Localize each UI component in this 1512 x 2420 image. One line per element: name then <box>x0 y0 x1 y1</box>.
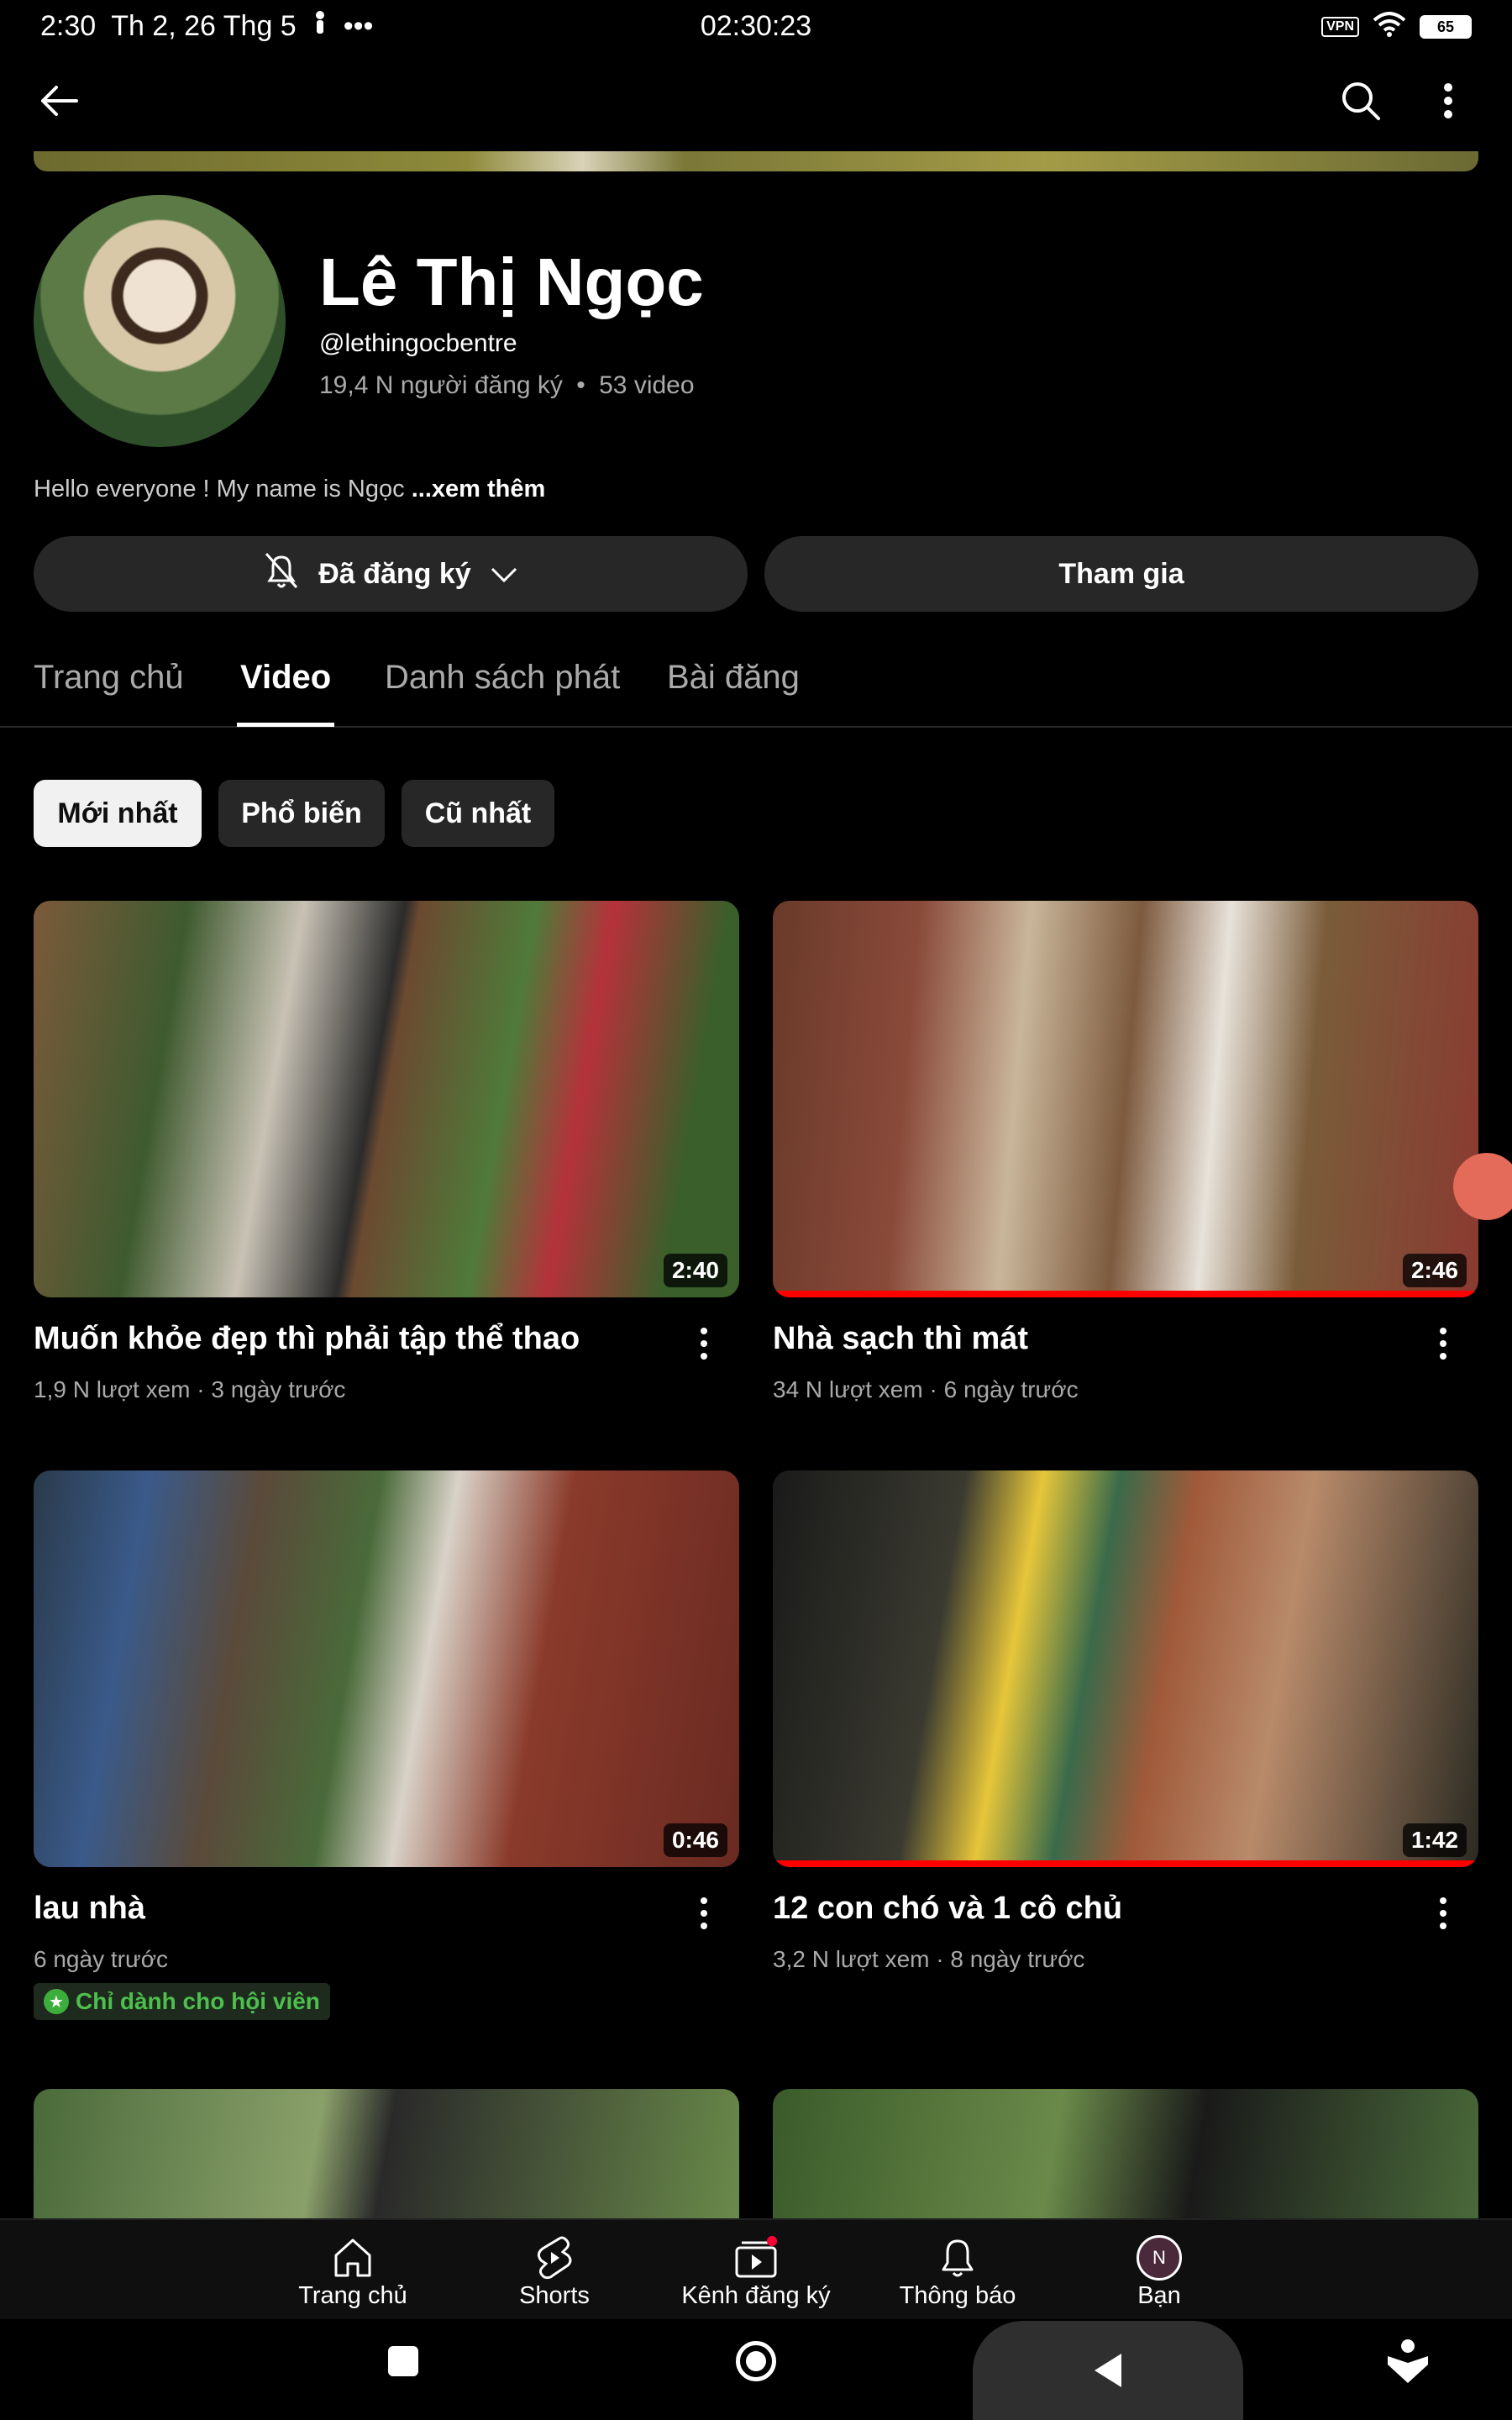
back-button[interactable] <box>973 2321 1243 2420</box>
nav-home[interactable]: Trang chủ <box>260 2233 445 2310</box>
bell-icon <box>865 2233 1050 2282</box>
video-duration: 2:46 <box>1402 1254 1467 1287</box>
nav-shorts[interactable]: Shorts <box>462 2233 647 2310</box>
nav-shorts-label: Shorts <box>519 2282 590 2309</box>
top-app-bar <box>0 52 1512 151</box>
see-more-link[interactable]: ...xem thêm <box>412 476 546 502</box>
video-thumbnail[interactable]: 0:46 <box>34 1470 739 1867</box>
channel-tabs: Trang chủ Video Danh sách phát Bài đăng <box>0 647 1512 728</box>
shorts-icon <box>462 2233 647 2282</box>
system-navigation-bar <box>0 2319 1512 2420</box>
nav-home-label: Trang chủ <box>298 2282 407 2309</box>
home-circle-icon[interactable] <box>736 2341 776 2381</box>
tab-videos[interactable]: Video <box>240 659 331 697</box>
status-bar: 2:30 Th 2, 26 Thg 5 ••• 02:30:23 VPN 65 <box>0 0 1512 52</box>
watch-progress-bar <box>773 1291 1478 1297</box>
video-duration: 2:40 <box>663 1254 727 1287</box>
subscriptions-icon <box>664 2233 848 2282</box>
video-more-icon[interactable] <box>1426 1323 1460 1365</box>
video-thumbnail[interactable]: 2:46 <box>773 901 1478 1297</box>
nav-notifications-label: Thông báo <box>899 2282 1016 2309</box>
video-title[interactable]: Nhà sạch thì mát <box>773 1321 1411 1357</box>
wifi-icon <box>1373 12 1406 41</box>
status-center-time: 02:30:23 <box>700 10 812 42</box>
home-circle-dot <box>746 2351 766 2371</box>
vpn-icon: VPN <box>1321 16 1359 37</box>
channel-avatar[interactable] <box>34 195 286 447</box>
video-thumbnail[interactable] <box>34 2089 739 2218</box>
video-meta: 34 N lượt xem · 6 ngày trước <box>773 1376 1079 1402</box>
video-thumbnail[interactable] <box>773 2089 1478 2218</box>
subscribed-button[interactable]: Đã đăng ký <box>34 536 748 612</box>
floating-camera-button[interactable] <box>1453 1153 1512 1220</box>
back-triangle-icon <box>1095 2354 1121 2387</box>
recents-square-icon[interactable] <box>388 2346 418 2376</box>
video-meta: 3,2 N lượt xem · 8 ngày trước <box>773 1946 1085 1972</box>
video-title[interactable]: 12 con chó và 1 cô chủ <box>773 1891 1411 1927</box>
video-duration: 1:42 <box>1402 1823 1467 1857</box>
bottom-navigation: Trang chủ Shorts Kênh đăng ký Thông báo … <box>0 2218 1512 2319</box>
tab-posts[interactable]: Bài đăng <box>667 659 800 697</box>
video-title[interactable]: Muốn khỏe đẹp thì phải tập thể thao <box>34 1321 672 1357</box>
join-button[interactable]: Tham gia <box>764 536 1478 612</box>
bell-off-icon <box>263 550 300 598</box>
video-thumbnail[interactable]: 2:40 <box>34 901 739 1297</box>
more-vert-icon[interactable] <box>1415 67 1482 134</box>
channel-banner <box>34 151 1478 171</box>
nav-you-label: Bạn <box>1137 2282 1181 2309</box>
subscriber-count: 19,4 N người đăng ký <box>319 371 563 399</box>
video-count: 53 video <box>599 371 695 399</box>
members-only-label: Chỉ dành cho hội viên <box>76 1988 320 2014</box>
nav-notifications[interactable]: Thông báo <box>865 2233 1050 2310</box>
members-only-badge: ★ Chỉ dành cho hội viên <box>34 1983 330 2020</box>
video-title[interactable]: lau nhà <box>34 1891 672 1927</box>
watch-progress-bar <box>773 1860 1478 1867</box>
video-more-icon[interactable] <box>1426 1892 1460 1934</box>
search-icon[interactable] <box>1327 67 1394 134</box>
channel-handle: @lethingocbentre <box>319 329 517 357</box>
home-icon <box>260 2233 445 2282</box>
channel-name: Lê Thị Ngọc <box>319 245 704 319</box>
chip-oldest[interactable]: Cũ nhất <box>402 780 554 847</box>
tab-home[interactable]: Trang chủ <box>34 659 184 697</box>
nav-you[interactable]: N Bạn <box>1067 2233 1252 2310</box>
video-meta: 6 ngày trước <box>34 1946 169 1972</box>
description-text: Hello everyone ! My name is Ngọc <box>34 476 405 502</box>
nav-subscriptions[interactable]: Kênh đăng ký <box>664 2233 848 2310</box>
channel-stats: 19,4 N người đăng ký • 53 video <box>319 371 695 400</box>
video-duration: 0:46 <box>663 1823 727 1857</box>
video-more-icon[interactable] <box>687 1892 721 1934</box>
subscribed-label: Đã đăng ký <box>318 557 471 590</box>
video-thumbnail[interactable]: 1:42 <box>773 1470 1478 1867</box>
avatar: N <box>1067 2233 1252 2282</box>
join-label: Tham gia <box>1058 557 1184 590</box>
back-arrow-icon[interactable] <box>25 67 92 134</box>
stats-separator: • <box>576 371 585 399</box>
status-right: VPN 65 <box>1321 12 1472 41</box>
channel-description[interactable]: Hello everyone ! My name is Ngọc ...xem … <box>34 476 545 503</box>
video-more-icon[interactable] <box>687 1323 721 1365</box>
tab-playlists[interactable]: Danh sách phát <box>385 659 620 697</box>
accessibility-icon[interactable] <box>1386 2338 1430 2389</box>
star-icon: ★ <box>44 1989 69 2014</box>
video-meta: 1,9 N lượt xem · 3 ngày trước <box>34 1376 346 1402</box>
chip-popular[interactable]: Phổ biến <box>218 780 385 847</box>
user-avatar-initial: N <box>1137 2235 1182 2281</box>
chevron-down-icon <box>490 558 518 591</box>
chip-latest[interactable]: Mới nhất <box>34 780 202 847</box>
active-tab-indicator <box>237 723 334 727</box>
battery-icon: 65 <box>1420 14 1472 39</box>
nav-subscriptions-label: Kênh đăng ký <box>681 2282 831 2309</box>
